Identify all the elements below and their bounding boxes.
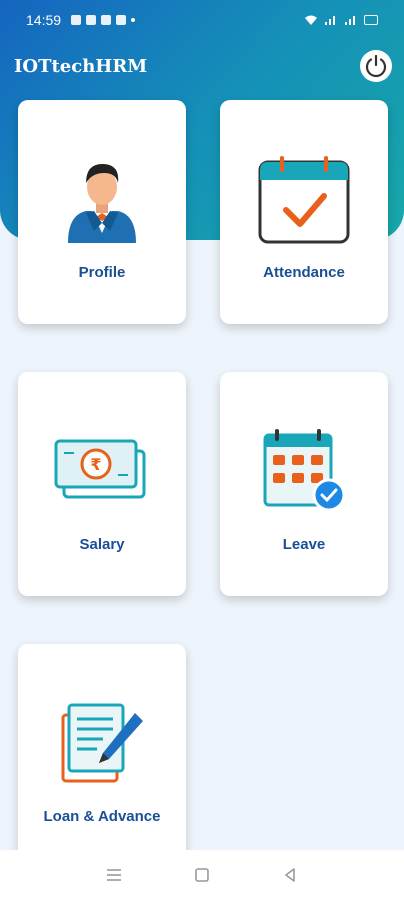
leave-calendar-icon	[256, 424, 352, 520]
document-pen-icon	[54, 696, 150, 792]
attendance-card[interactable]: Attendance	[220, 100, 388, 324]
system-nav-bar	[0, 850, 404, 900]
menu-lines-icon	[107, 869, 121, 881]
phone-notification-icon	[86, 15, 97, 25]
back-button[interactable]	[275, 860, 305, 890]
notification-icons	[71, 15, 136, 25]
rupee-cash-icon: ₹	[54, 424, 150, 520]
status-time: 14:59	[26, 12, 62, 28]
salary-label: Salary	[79, 536, 125, 553]
notification-icon	[71, 15, 82, 25]
app-bar: IOTtechHRM	[0, 46, 404, 86]
status-bar: 14:59	[0, 0, 404, 40]
logout-button[interactable]	[360, 50, 392, 82]
calendar-check-icon	[256, 152, 352, 248]
loan-advance-card[interactable]: Loan & Advance	[18, 644, 186, 864]
leave-label: Leave	[282, 536, 326, 553]
app-title: IOTtechHRM	[14, 55, 148, 77]
battery-icon	[364, 15, 378, 25]
system-icons	[304, 14, 378, 26]
signal-icon	[325, 16, 335, 25]
profile-label: Profile	[78, 264, 126, 281]
attendance-label: Attendance	[263, 264, 345, 281]
whatsapp-notification-icon	[101, 15, 112, 25]
loan-advance-label: Loan & Advance	[43, 808, 161, 825]
salary-card[interactable]: ₹ Salary	[18, 372, 186, 596]
signal-icon-2	[345, 16, 355, 25]
home-button[interactable]	[187, 860, 217, 890]
leave-card[interactable]: Leave	[220, 372, 388, 596]
recent-apps-button[interactable]	[99, 860, 129, 890]
back-triangle-icon	[285, 868, 295, 882]
profile-avatar-icon	[54, 152, 150, 248]
wifi-icon	[305, 15, 317, 25]
app-notification-icon	[116, 15, 127, 25]
profile-card[interactable]: Profile	[18, 100, 186, 324]
svg-text:₹: ₹	[90, 455, 101, 474]
square-home-icon	[195, 868, 209, 882]
more-notifications-icon	[131, 18, 136, 22]
power-icon	[365, 54, 387, 78]
